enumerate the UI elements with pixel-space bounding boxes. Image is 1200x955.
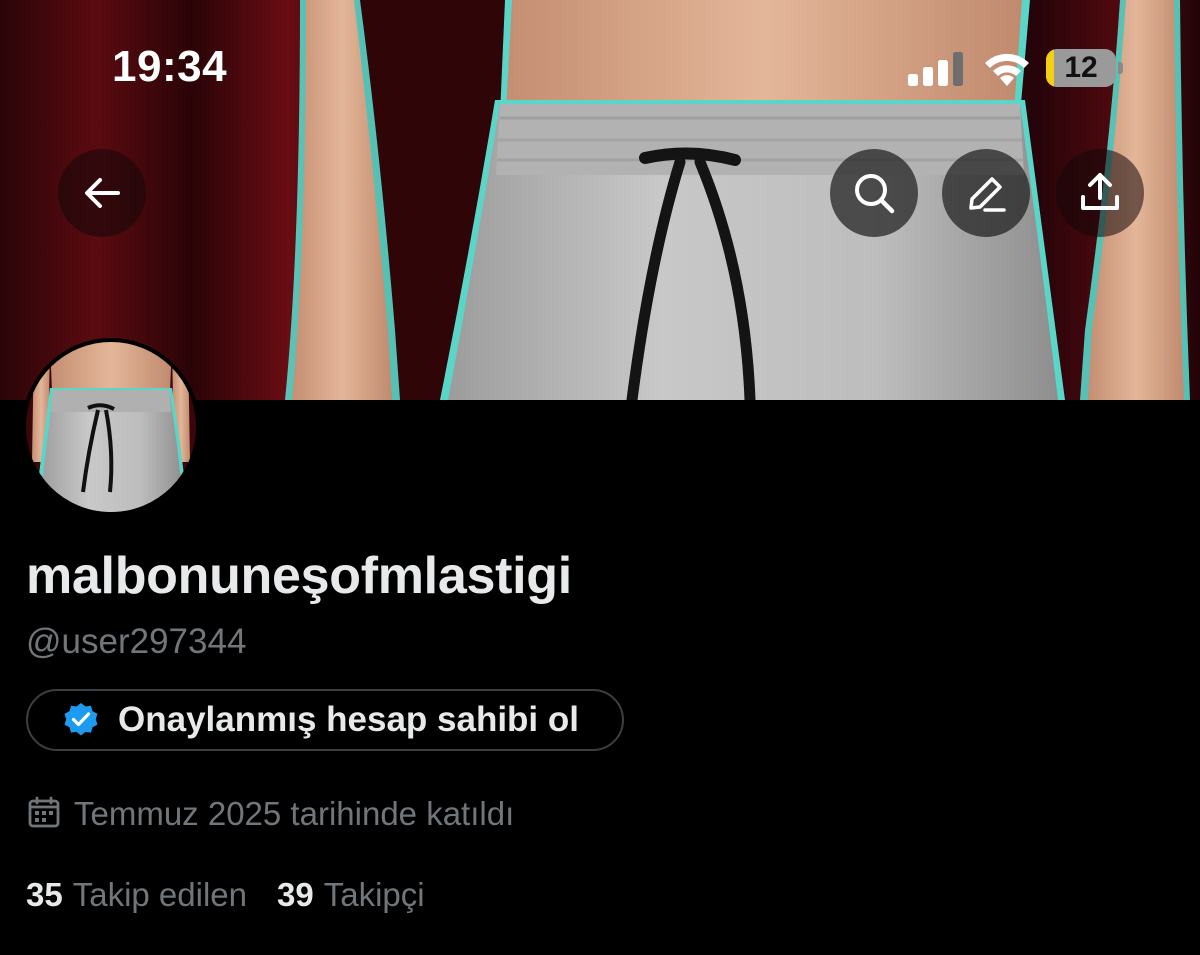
profile-avatar[interactable] <box>22 338 200 516</box>
profile-display-name: malbonuneşofmlastigi <box>26 547 572 605</box>
joined-date: Temmuz 2025 tarihinde katıldı <box>28 795 514 833</box>
edit-button[interactable] <box>942 149 1030 237</box>
share-upload-icon <box>1081 173 1119 210</box>
battery-percentage: 12 <box>1064 51 1098 84</box>
battery-icon: 12 <box>1046 49 1116 87</box>
battery-nub <box>1118 62 1123 74</box>
profile-handle: @user297344 <box>26 622 247 661</box>
calendar-icon <box>28 796 60 833</box>
search-button[interactable] <box>830 149 918 237</box>
following-link[interactable]: 35 Takip edilen <box>26 876 247 914</box>
joined-date-label: Temmuz 2025 tarihinde katıldı <box>74 795 515 832</box>
following-count: 35 <box>26 876 63 913</box>
share-button[interactable] <box>1056 149 1144 237</box>
status-time: 19:34 <box>112 42 228 91</box>
cellular-signal-icon <box>908 52 964 91</box>
arrow-left-icon <box>85 178 120 208</box>
followers-label: Takipçi <box>323 876 425 913</box>
follow-stats: 35 Takip edilen 39 Takipçi <box>26 876 425 914</box>
get-verified-label: Onaylanmış hesap sahibi ol <box>118 700 579 739</box>
verified-badge-icon <box>62 701 100 739</box>
followers-link[interactable]: 39 Takipçi <box>277 876 425 914</box>
back-button[interactable] <box>58 149 146 237</box>
followers-count: 39 <box>277 876 314 913</box>
get-verified-button[interactable]: Onaylanmış hesap sahibi ol <box>26 689 624 751</box>
following-label: Takip edilen <box>72 876 247 913</box>
search-icon <box>855 174 895 214</box>
pencil-icon <box>969 177 1006 212</box>
wifi-icon <box>982 48 1032 91</box>
